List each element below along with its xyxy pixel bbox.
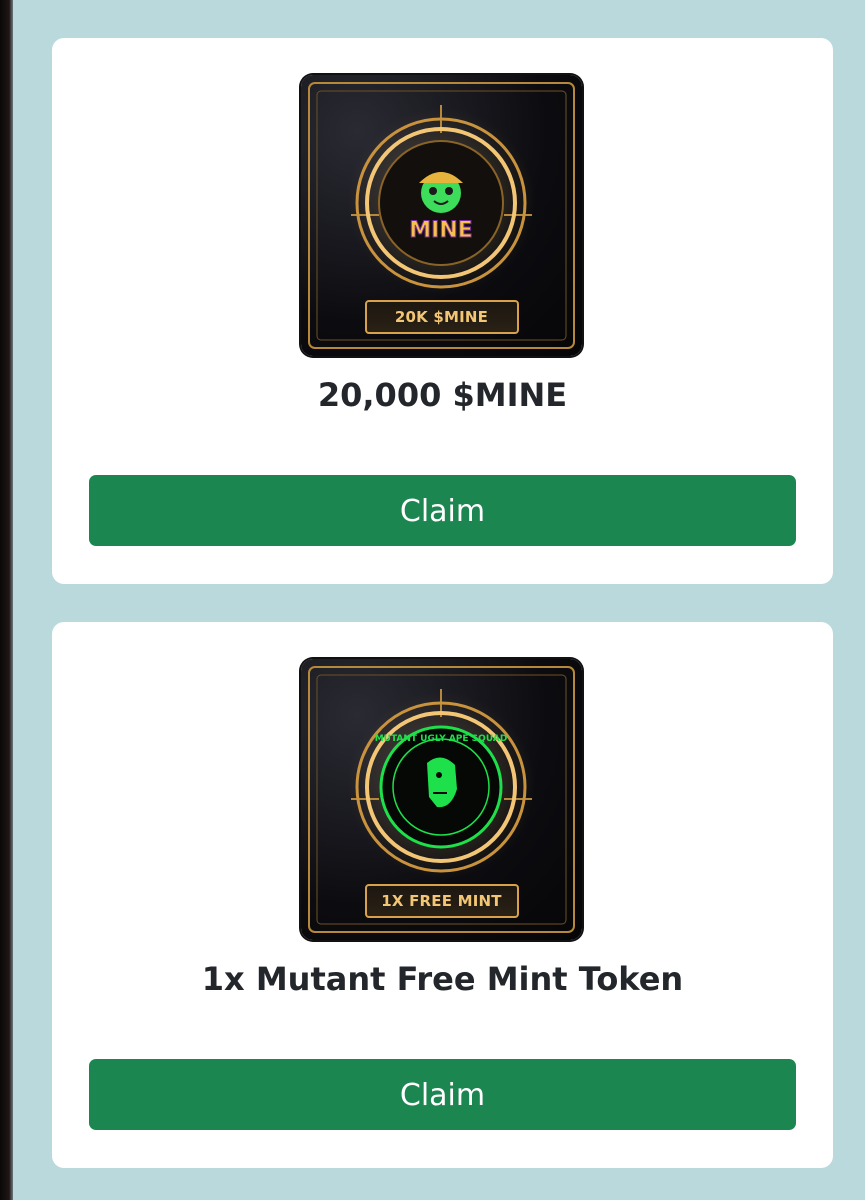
left-edge-shadow — [0, 0, 13, 1200]
reward-image-mine-token: MINE 20K $MINE — [301, 75, 582, 356]
claim-button[interactable]: Claim — [89, 1059, 796, 1130]
emblem-text: MINE — [409, 218, 473, 243]
reward-image-free-mint-token: MUTANT UGLY APE SQUAD 1X FREE MINT — [301, 659, 582, 940]
reward-card: MINE 20K $MINE 20,000 $MINE Claim — [52, 38, 833, 584]
claim-button[interactable]: Claim — [89, 475, 796, 546]
reward-title: 1x Mutant Free Mint Token — [201, 960, 684, 998]
reward-plate: 20K $MINE — [364, 300, 519, 334]
reward-title: 20,000 $MINE — [317, 376, 568, 414]
emblem-text: MUTANT UGLY APE SQUAD — [375, 734, 508, 744]
reward-card: MUTANT UGLY APE SQUAD 1X FREE MINT 1x Mu… — [52, 622, 833, 1168]
reward-plate: 1X FREE MINT — [364, 884, 519, 918]
